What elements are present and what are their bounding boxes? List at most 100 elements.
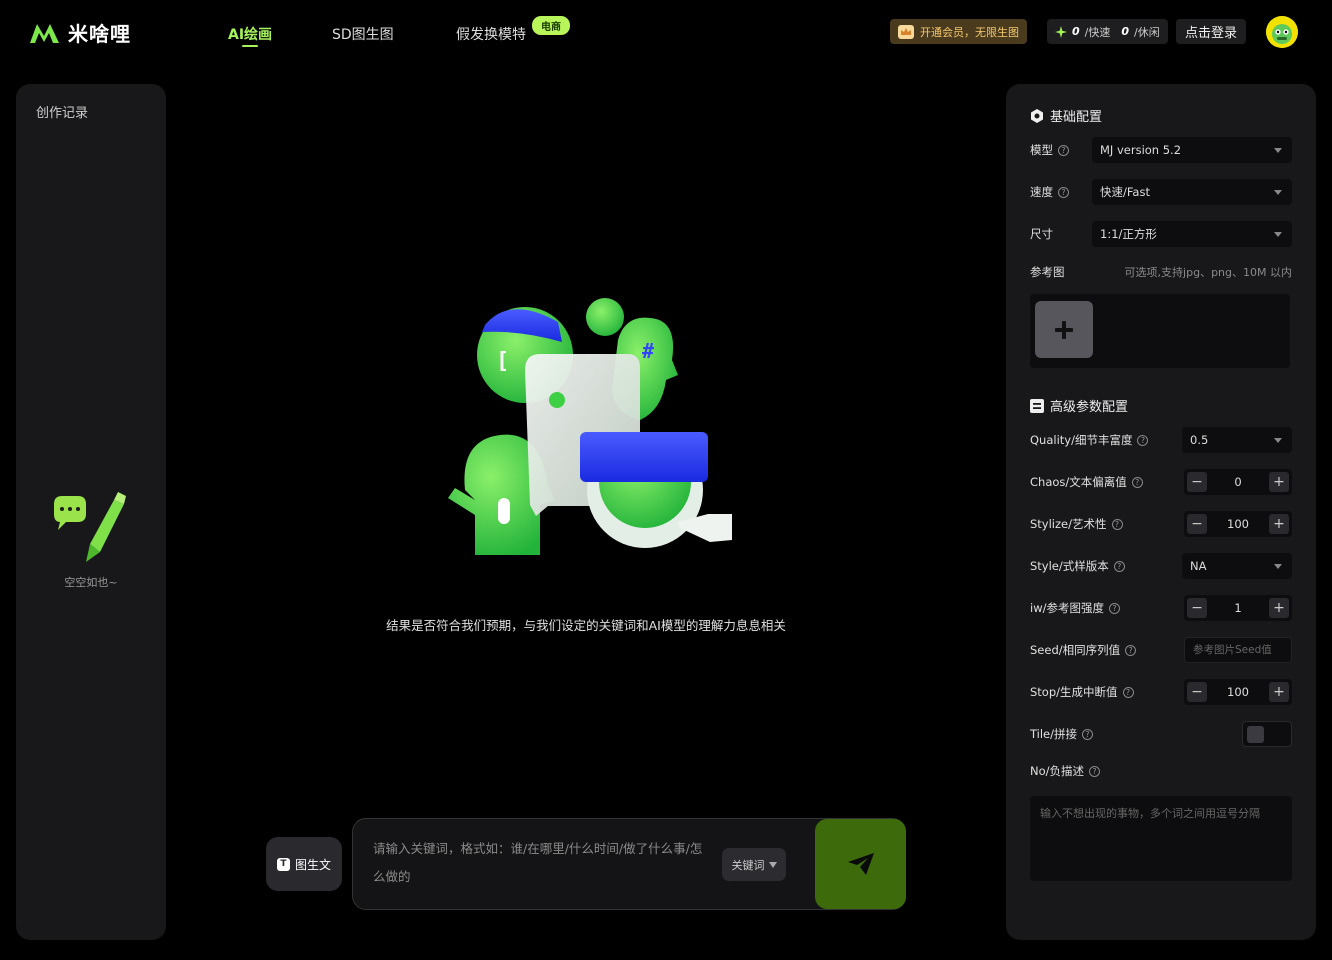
help-icon[interactable]: ? — [1125, 644, 1137, 656]
tile-toggle[interactable] — [1242, 721, 1292, 747]
iw-label: iw/参考图强度? — [1030, 600, 1120, 616]
style-select[interactable]: NA — [1182, 553, 1292, 579]
text-icon: T — [276, 857, 290, 871]
tab-wig-model[interactable]: 假发换模特 电商 — [456, 16, 570, 44]
svg-text:[: [ — [496, 349, 509, 374]
toggle-knob — [1247, 726, 1264, 743]
reference-label: 参考图 — [1030, 265, 1065, 279]
stylize-decrement-button[interactable]: − — [1187, 514, 1207, 534]
settings-panel: 基础配置 模型? MJ version 5.2 速度? 快速/Fast 尺寸 1… — [1006, 84, 1316, 940]
chevron-down-icon — [1274, 232, 1282, 237]
help-icon[interactable]: ? — [1108, 602, 1120, 614]
active-tab-indicator — [242, 45, 258, 47]
iw-decrement-button[interactable]: − — [1187, 598, 1207, 618]
login-button[interactable]: 点击登录 — [1176, 19, 1246, 44]
stylize-value[interactable]: 100 — [1227, 517, 1249, 531]
stylize-stepper: − 100 + — [1184, 511, 1292, 537]
help-icon[interactable]: ? — [1111, 518, 1123, 530]
empty-pen-icon — [54, 492, 126, 562]
sparkle-icon — [1055, 25, 1067, 38]
tab-ai-painting-label: AI绘画 — [228, 27, 273, 43]
help-icon[interactable]: ? — [1058, 186, 1069, 198]
stop-value[interactable]: 100 — [1227, 685, 1249, 699]
tab-ai-painting[interactable]: AI绘画 — [228, 24, 273, 47]
size-select[interactable]: 1:1/正方形 — [1092, 221, 1292, 247]
stop-label: Stop/生成中断值? — [1030, 684, 1134, 700]
prompt-box: 关键词 — [352, 818, 906, 910]
tab-sd-img2img-label: SD图生图 — [332, 27, 394, 43]
fast-label: /快速 — [1084, 25, 1111, 39]
chevron-down-icon — [1274, 148, 1282, 153]
svg-text:#: # — [642, 339, 654, 363]
image-to-text-button[interactable]: T 图生文 — [266, 837, 342, 891]
quality-label: Quality/细节丰富度? — [1030, 432, 1149, 448]
negative-prompt-input[interactable] — [1030, 796, 1292, 881]
advanced-config-title: 高级参数配置 — [1030, 396, 1128, 415]
chaos-increment-button[interactable]: + — [1268, 472, 1289, 492]
logo-text: 米啥哩 — [68, 22, 131, 46]
help-icon[interactable]: ? — [1089, 765, 1101, 777]
tab-wig-model-label: 假发换模特 — [456, 27, 526, 43]
basic-config-label: 基础配置 — [1050, 110, 1103, 125]
keyword-select-label: 关键词 — [731, 858, 765, 872]
upload-button[interactable] — [1035, 301, 1093, 358]
fast-count: 0 — [1072, 25, 1080, 38]
quota-display: 0/快速 0/休闲 — [1047, 19, 1168, 44]
history-panel: 创作记录 空空如也~ — [16, 84, 166, 940]
chaos-label: Chaos/文本偏离值? — [1030, 474, 1143, 490]
chaos-value[interactable]: 0 — [1234, 475, 1241, 489]
iw-increment-button[interactable]: + — [1268, 598, 1289, 618]
chaos-decrement-button[interactable]: − — [1187, 472, 1207, 492]
help-icon[interactable]: ? — [1131, 476, 1143, 488]
stylize-increment-button[interactable]: + — [1268, 514, 1289, 534]
ecommerce-badge: 电商 — [532, 16, 570, 35]
help-icon[interactable]: ? — [1113, 560, 1125, 572]
speed-value: 快速/Fast — [1100, 185, 1150, 199]
basic-config-title: 基础配置 — [1030, 106, 1102, 125]
stylize-label: Stylize/艺术性? — [1030, 516, 1123, 532]
help-icon[interactable]: ? — [1137, 434, 1149, 446]
advanced-config-label: 高级参数配置 — [1050, 400, 1129, 415]
style-value: NA — [1190, 559, 1207, 573]
chevron-down-icon — [1274, 438, 1282, 443]
reference-upload-area[interactable] — [1030, 294, 1290, 368]
keyword-select[interactable]: 关键词 — [722, 848, 786, 881]
seed-label: Seed/相同序列值? — [1030, 642, 1137, 658]
iw-stepper: − 1 + — [1184, 595, 1292, 621]
help-icon[interactable]: ? — [1058, 144, 1069, 156]
style-label: Style/式样版本? — [1030, 558, 1125, 574]
model-select[interactable]: MJ version 5.2 — [1092, 137, 1292, 163]
send-button[interactable] — [815, 819, 906, 909]
plus-icon — [1055, 320, 1073, 339]
quality-value: 0.5 — [1190, 433, 1209, 447]
help-icon[interactable]: ? — [1082, 728, 1094, 740]
hint-text: 结果是否符合我们预期，与我们设定的关键词和AI模型的理解力息息相关 — [386, 618, 786, 633]
sliders-icon — [1030, 398, 1044, 413]
relax-count: 0 — [1121, 25, 1130, 38]
vip-button[interactable]: 开通会员，无限生图 — [890, 19, 1027, 44]
tab-sd-img2img[interactable]: SD图生图 — [332, 24, 394, 44]
seed-input[interactable] — [1184, 637, 1292, 663]
model-value: MJ version 5.2 — [1100, 143, 1182, 157]
vip-label: 开通会员，无限生图 — [920, 25, 1019, 39]
image-to-text-label: 图生文 — [294, 857, 331, 872]
logo[interactable]: 米啥哩 — [28, 18, 131, 47]
chevron-down-icon — [1274, 190, 1282, 195]
model-label: 模型? — [1030, 142, 1069, 158]
logo-icon — [30, 23, 59, 43]
chevron-down-icon — [1274, 564, 1282, 569]
help-icon[interactable]: ? — [1122, 686, 1134, 698]
relax-label: /休闲 — [1134, 25, 1160, 39]
iw-value[interactable]: 1 — [1234, 601, 1241, 615]
stop-increment-button[interactable]: + — [1268, 682, 1289, 702]
paper-plane-icon — [847, 853, 874, 875]
empty-text: 空空如也~ — [64, 576, 118, 589]
prompt-input[interactable] — [373, 835, 703, 895]
quality-select[interactable]: 0.5 — [1182, 427, 1292, 453]
reference-hint: 可选项,支持jpg、png、10M 以内 — [1124, 266, 1292, 279]
avatar[interactable] — [1266, 16, 1298, 48]
stop-decrement-button[interactable]: − — [1187, 682, 1207, 702]
size-value: 1:1/正方形 — [1100, 227, 1157, 241]
speed-select[interactable]: 快速/Fast — [1092, 179, 1292, 205]
hexagon-icon — [1031, 108, 1043, 123]
